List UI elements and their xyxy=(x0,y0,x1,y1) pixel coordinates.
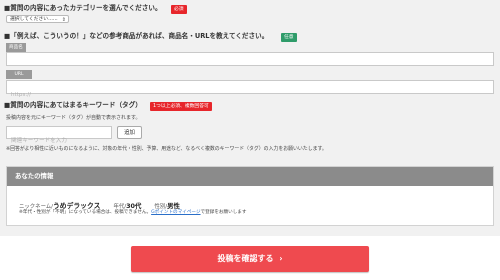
add-keyword-button[interactable]: 追加 xyxy=(117,126,142,139)
required-badge: 必須 xyxy=(171,5,187,14)
chevron-down-icon: ⇕ xyxy=(61,17,66,23)
product-name-label: 商品名 xyxy=(6,43,26,52)
reference-question: ■「例えば、こういうの！」などの参考商品があれば、商品名・URLを教えてください… xyxy=(4,32,269,40)
category-question: ■質問の内容にあったカテゴリーを選んでください。 xyxy=(4,4,162,12)
url-label: URL xyxy=(6,70,32,79)
category-select-value: 選択してください…… xyxy=(10,17,58,22)
keyword-placeholder: 関連キーワードを入力 xyxy=(11,138,67,144)
keyword-input[interactable]: 関連キーワードを入力 xyxy=(6,126,112,144)
notice-suffix: で登録をお願いします xyxy=(200,210,247,215)
keyword-hint: 投稿内容を元にキーワード（タグ）が自動で表示されます。 xyxy=(6,115,141,121)
confirm-post-label: 投稿を確認する xyxy=(217,254,274,263)
profile-notice: ※年代・性別が「不明」になっている場合は、投稿できません。Gポイントのマイページ… xyxy=(19,209,246,215)
notice-prefix: ※年代・性別が「不明」になっている場合は、投稿できません。 xyxy=(19,210,152,215)
category-select[interactable]: 選択してください…… ⇕ xyxy=(6,15,69,23)
your-info-heading: あなたの情報 xyxy=(7,167,493,186)
optional-badge: 任意 xyxy=(281,33,297,42)
keyword-required-badge: 1つ以上必須、複数回答可 xyxy=(150,102,212,111)
confirm-post-button[interactable]: 投稿を確認する › xyxy=(131,246,369,272)
keyword-question: ■質問の内容にあてはまるキーワード（タグ） xyxy=(4,101,142,109)
product-name-input[interactable] xyxy=(6,52,494,66)
mypage-link[interactable]: Gポイントのマイページ xyxy=(151,210,200,215)
chevron-right-icon: › xyxy=(279,254,283,263)
your-info-panel: あなたの情報 ニックネーム/うめデラックス 年代/30代 性別/男性 ※年代・性… xyxy=(6,166,494,226)
keyword-note: ※回答がより相性に近いものになるように、対象の年代・性別、予算、用途など、なるべ… xyxy=(6,146,327,152)
url-placeholder: https:// xyxy=(11,92,32,98)
url-input[interactable]: https:// xyxy=(6,80,494,98)
